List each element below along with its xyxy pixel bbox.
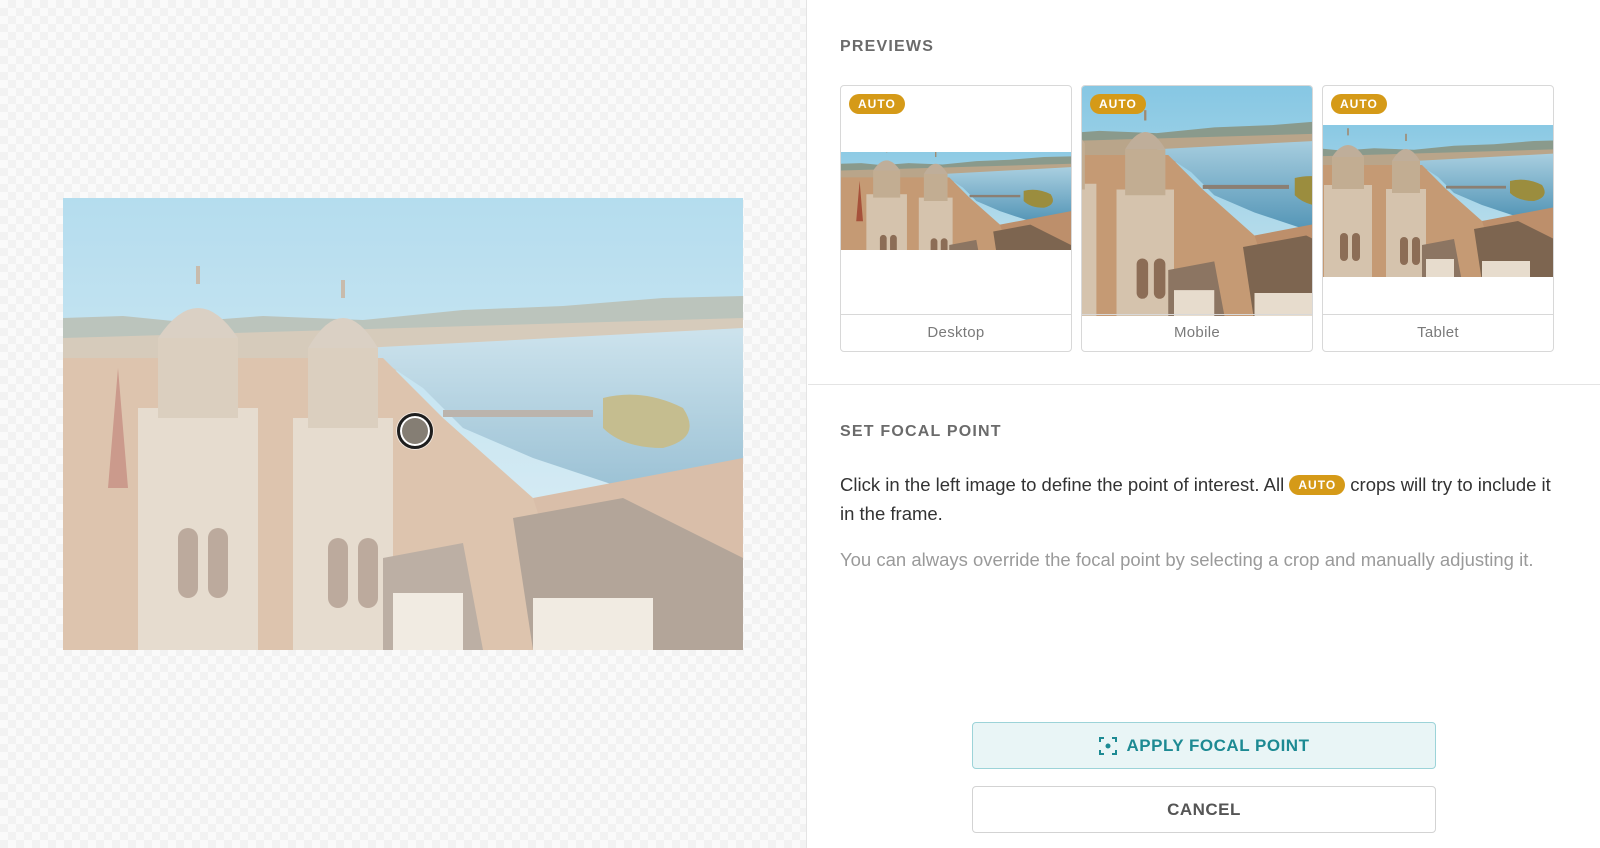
image-editor-pane (0, 0, 807, 848)
preview-thumb-area (1323, 86, 1553, 316)
apply-focal-point-button[interactable]: APPLY FOCAL POINT (972, 722, 1436, 769)
focal-point-description: Click in the left image to define the po… (840, 470, 1560, 528)
preview-thumb-area (841, 86, 1071, 316)
auto-badge: AUTO (1331, 94, 1387, 114)
description-text: Click in the left image to define the po… (840, 474, 1290, 495)
auto-badge: AUTO (1090, 94, 1146, 114)
preview-label-mobile: Mobile (1082, 314, 1312, 351)
focal-target-icon (1098, 736, 1117, 755)
preview-card-mobile[interactable]: AUTO Mobile (1081, 85, 1313, 352)
preview-thumbnail (1323, 125, 1553, 277)
section-divider (808, 384, 1600, 385)
previews-title: PREVIEWS (840, 38, 935, 55)
auto-badge: AUTO (849, 94, 905, 114)
preview-thumb-area (1082, 86, 1312, 316)
set-focal-point-title: SET FOCAL POINT (840, 423, 1002, 440)
preview-card-tablet[interactable]: AUTO Tablet (1322, 85, 1554, 352)
preview-label-desktop: Desktop (841, 314, 1071, 351)
cancel-label: CANCEL (1167, 799, 1241, 819)
cancel-button[interactable]: CANCEL (972, 786, 1436, 833)
preview-thumbnail (841, 152, 1071, 250)
focal-point-panel: PREVIEWS AUTO Desktop AUTO Mobile AUTO T… (808, 0, 1600, 848)
focal-point-note: You can always override the focal point … (840, 549, 1534, 570)
preview-thumbnail (1082, 86, 1312, 316)
auto-badge-inline: AUTO (1289, 475, 1346, 495)
preview-label-tablet: Tablet (1323, 314, 1553, 351)
focal-point-marker[interactable] (397, 413, 433, 449)
preview-card-desktop[interactable]: AUTO Desktop (840, 85, 1072, 352)
apply-focal-point-label: APPLY FOCAL POINT (1126, 735, 1310, 755)
